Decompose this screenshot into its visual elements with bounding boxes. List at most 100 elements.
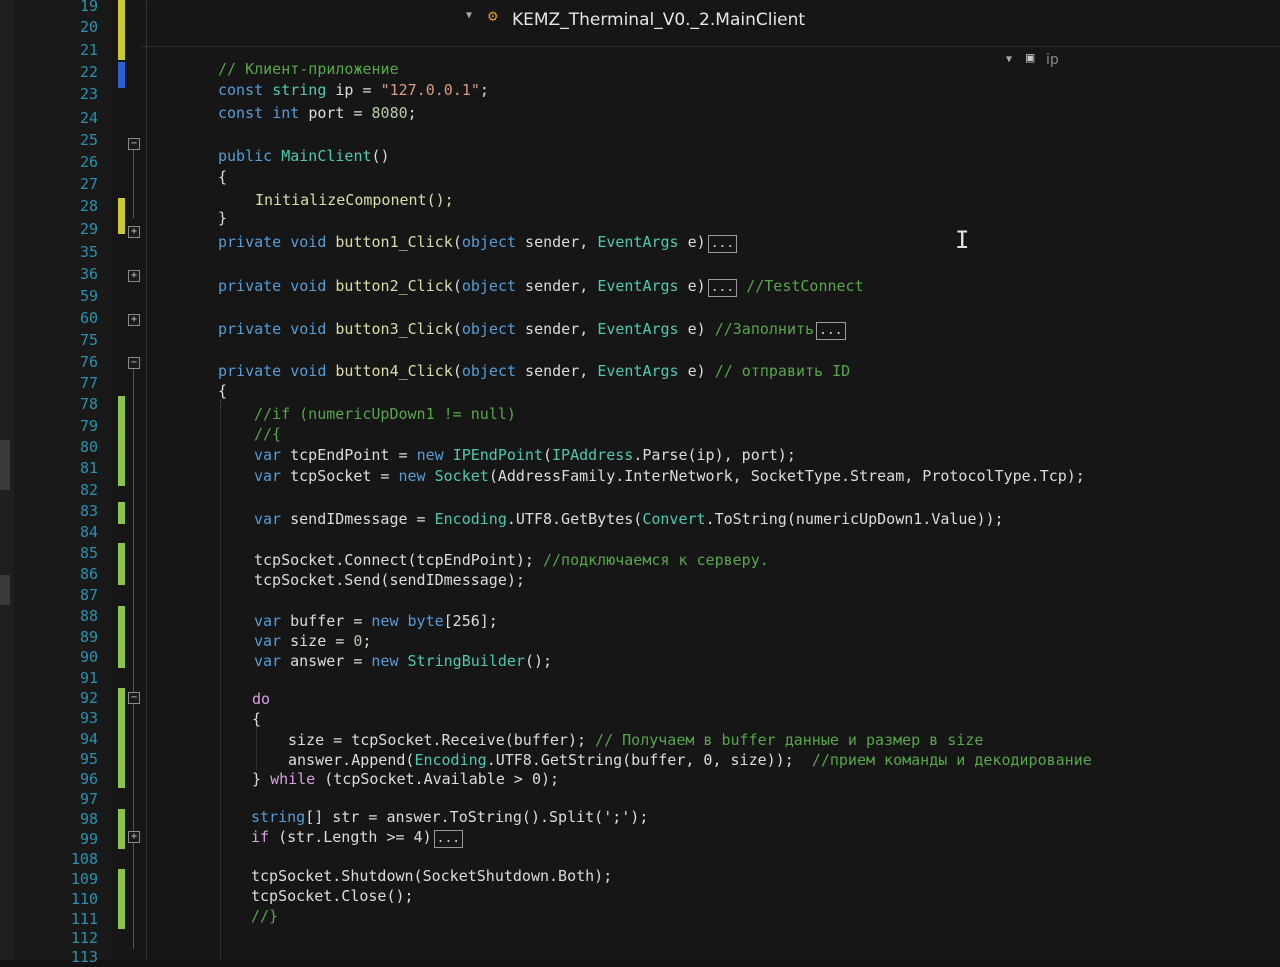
collapse-icon[interactable]: − bbox=[128, 692, 140, 704]
code-line: { bbox=[218, 168, 228, 186]
line-number: 83 bbox=[79, 502, 98, 520]
line-number: 27 bbox=[79, 175, 98, 193]
line-number: 98 bbox=[79, 810, 98, 828]
code-line: var tcpEndPoint = new IPEndPoint(IPAddre… bbox=[254, 446, 796, 464]
code-line: // Клиент-приложение bbox=[218, 60, 399, 78]
code-line: } while (tcpSocket.Available > 0); bbox=[252, 770, 560, 788]
code-line: size = tcpSocket.Receive(buffer); // Пол… bbox=[288, 731, 984, 749]
line-number: 99 bbox=[79, 830, 98, 848]
code-editor[interactable]: 19 20 21 22 23 24 25 26 27 28 29 35 36 5… bbox=[0, 0, 1280, 966]
code-line: //{ bbox=[254, 425, 282, 443]
line-number: 109 bbox=[70, 870, 98, 888]
line-number: 92 bbox=[79, 689, 98, 707]
line-number: 78 bbox=[79, 395, 98, 413]
line-number: 29 bbox=[79, 220, 98, 238]
class-dropdown[interactable]: KEMZ_Therminal_V0._2.MainClient bbox=[512, 10, 805, 30]
line-number: 90 bbox=[79, 648, 98, 666]
left-panel-edge bbox=[0, 0, 14, 960]
code-line: var sendIDmessage = Encoding.UTF8.GetByt… bbox=[254, 510, 1004, 528]
code-line: var buffer = new byte[256]; bbox=[254, 612, 498, 630]
code-line: { bbox=[218, 382, 228, 400]
line-number: 26 bbox=[79, 153, 98, 171]
collapsed-region[interactable]: ... bbox=[816, 322, 846, 340]
expand-icon[interactable]: + bbox=[128, 314, 140, 326]
line-number: 97 bbox=[79, 790, 98, 808]
collapsed-region[interactable]: ... bbox=[433, 830, 464, 848]
line-number: 93 bbox=[79, 709, 98, 727]
code-line: answer.Append(Encoding.UTF8.GetString(bu… bbox=[288, 751, 1092, 769]
panel-tab bbox=[0, 575, 10, 605]
code-line: var tcpSocket = new Socket(AddressFamily… bbox=[254, 467, 1085, 485]
line-number: 82 bbox=[79, 481, 98, 499]
code-line: public MainClient() bbox=[218, 147, 390, 165]
code-line: tcpSocket.Shutdown(SocketShutdown.Both); bbox=[251, 867, 613, 885]
code-line: if (str.Length >= 4)... bbox=[251, 827, 464, 848]
code-line: tcpSocket.Send(sendIDmessage); bbox=[254, 571, 525, 589]
chevron-down-icon[interactable]: ▼ bbox=[1006, 54, 1012, 65]
code-line: tcpSocket.Close(); bbox=[251, 887, 414, 905]
line-number: 22 bbox=[79, 63, 98, 81]
line-number: 86 bbox=[79, 565, 98, 583]
code-line: const int port = 8080; bbox=[218, 104, 417, 122]
text-cursor-icon: I bbox=[955, 226, 970, 254]
outline-line bbox=[133, 148, 134, 218]
change-marker-saved bbox=[118, 606, 125, 668]
line-number: 77 bbox=[79, 374, 98, 392]
change-marker-saved bbox=[118, 869, 125, 929]
code-line: string[] str = answer.ToString().Split('… bbox=[251, 808, 649, 826]
line-number: 95 bbox=[79, 750, 98, 768]
code-line: var answer = new StringBuilder(); bbox=[254, 652, 553, 670]
line-number: 28 bbox=[79, 197, 98, 215]
line-number: 36 bbox=[79, 265, 98, 283]
line-number: 91 bbox=[79, 669, 98, 687]
code-line: { bbox=[252, 710, 262, 728]
collapsed-region[interactable]: ... bbox=[707, 235, 738, 253]
expand-icon[interactable]: + bbox=[128, 831, 140, 843]
line-number: 112 bbox=[70, 929, 98, 947]
line-number: 76 bbox=[79, 353, 98, 371]
code-line: private void button2_Click(object sender… bbox=[218, 277, 864, 297]
line-number: 80 bbox=[79, 438, 98, 456]
line-number: 21 bbox=[79, 41, 98, 59]
line-number: 94 bbox=[79, 730, 98, 748]
line-number: 111 bbox=[70, 910, 98, 928]
change-marker-saved bbox=[118, 502, 125, 524]
class-icon: ⚙ bbox=[488, 6, 498, 25]
code-line: InitializeComponent(); bbox=[255, 191, 454, 209]
expand-icon[interactable]: + bbox=[128, 226, 140, 238]
indent-guide bbox=[146, 0, 147, 960]
change-marker-caret bbox=[118, 62, 125, 88]
code-line: private void button3_Click(object sender… bbox=[218, 319, 846, 340]
line-number: 23 bbox=[79, 85, 98, 103]
code-line: do bbox=[252, 690, 271, 708]
code-line: tcpSocket.Connect(tcpEndPoint); //подклю… bbox=[254, 551, 769, 569]
line-number: 110 bbox=[70, 890, 98, 908]
panel-tab bbox=[0, 440, 10, 490]
change-marker-modified bbox=[118, 0, 125, 60]
line-number: 84 bbox=[79, 523, 98, 541]
line-number: 85 bbox=[79, 544, 98, 562]
line-number: 113 bbox=[70, 948, 98, 966]
line-number: 88 bbox=[79, 607, 98, 625]
change-marker-saved bbox=[118, 809, 125, 849]
line-number: 96 bbox=[79, 770, 98, 788]
change-marker-saved bbox=[118, 688, 125, 788]
code-line: const string ip = "127.0.0.1"; bbox=[218, 81, 489, 99]
collapse-icon[interactable]: − bbox=[128, 357, 140, 369]
member-dropdown[interactable]: ip bbox=[1046, 52, 1059, 68]
collapse-icon[interactable]: − bbox=[128, 138, 140, 150]
line-number: 75 bbox=[79, 331, 98, 349]
collapsed-region[interactable]: ... bbox=[707, 279, 738, 297]
code-line: //} bbox=[251, 907, 279, 925]
change-marker-saved bbox=[118, 543, 125, 585]
code-line: private void button1_Click(object sender… bbox=[218, 232, 738, 253]
line-number: 81 bbox=[79, 459, 98, 477]
line-number: 35 bbox=[79, 243, 98, 261]
line-number: 25 bbox=[79, 131, 98, 149]
line-number: 108 bbox=[70, 850, 98, 868]
expand-icon[interactable]: + bbox=[128, 270, 140, 282]
change-marker-saved bbox=[118, 396, 125, 486]
line-number: 79 bbox=[79, 417, 98, 435]
line-number: 59 bbox=[79, 287, 98, 305]
chevron-down-icon[interactable]: ▼ bbox=[466, 10, 472, 21]
